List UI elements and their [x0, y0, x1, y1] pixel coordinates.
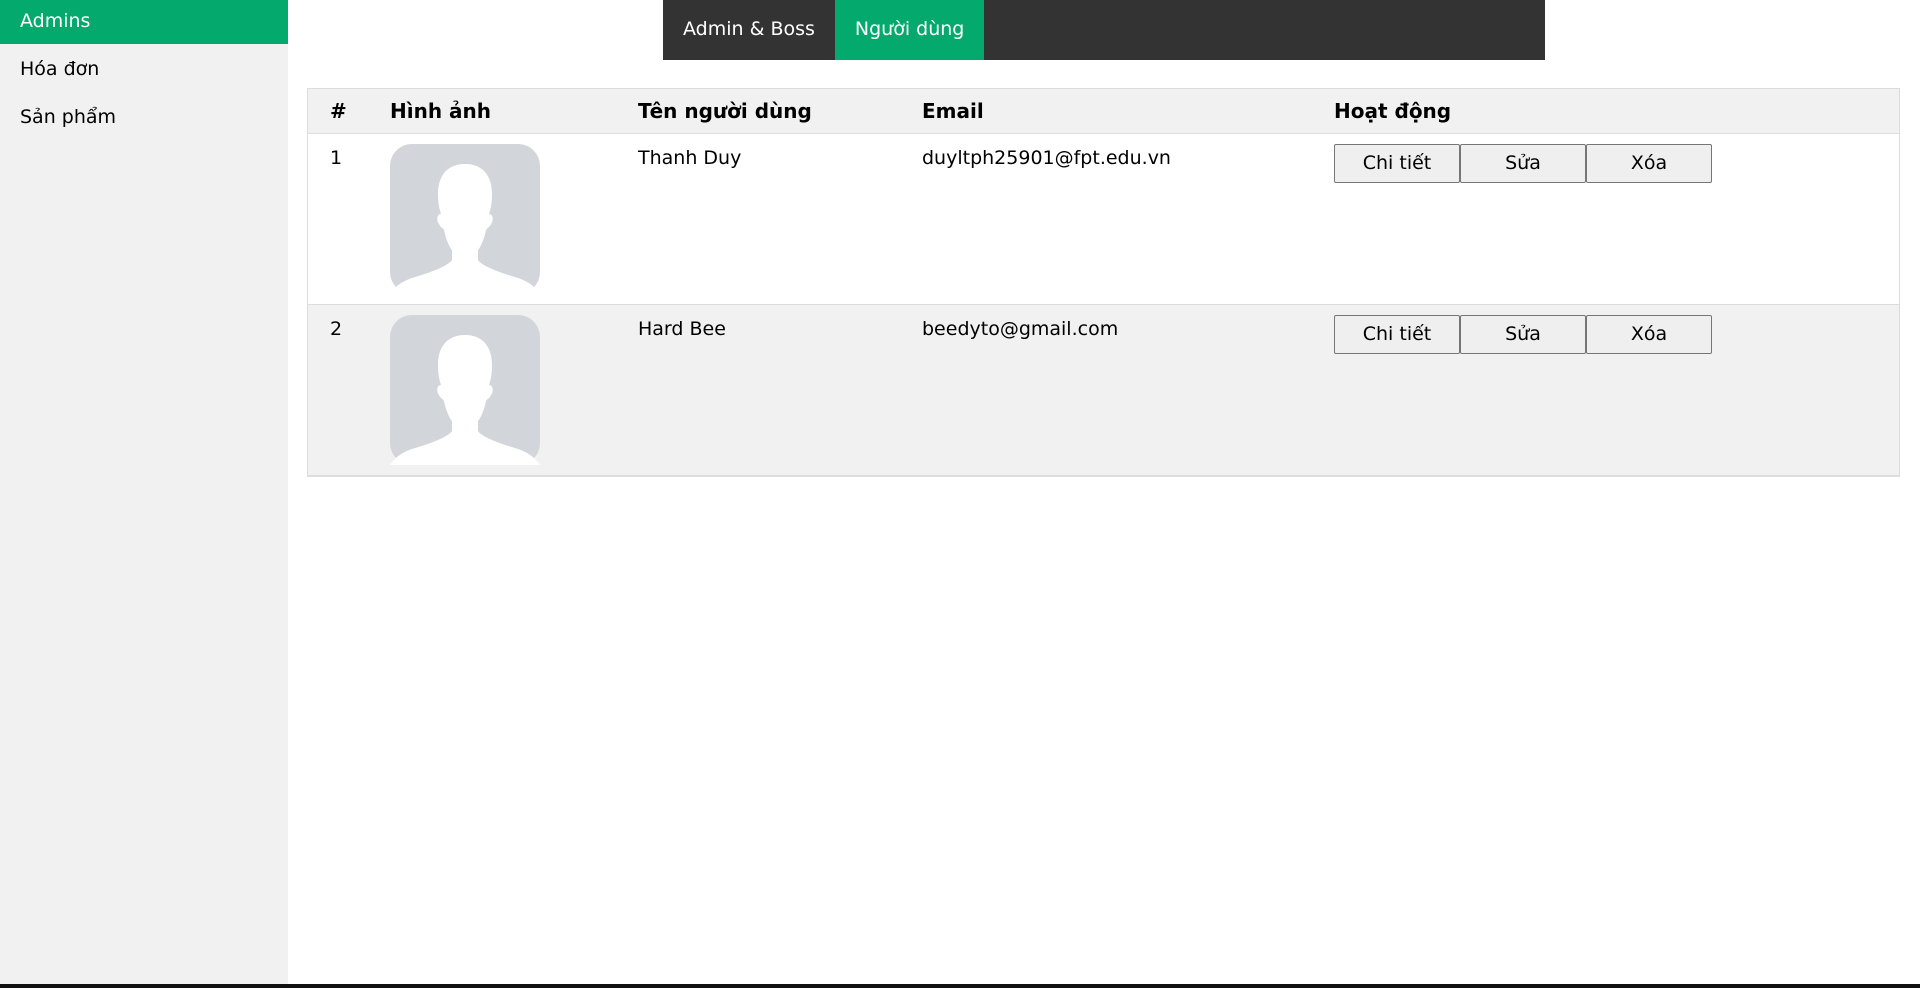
table-row: 1 Thanh Duy duyltph25901@fpt.edu.vn Chi …: [308, 133, 1899, 304]
header-actions: Hoạt động: [1312, 89, 1899, 134]
table-header-row: # Hình ảnh Tên người dùng Email Hoạt độn…: [308, 89, 1899, 134]
table-row: 2 Hard Bee beedyto@gmail.com Chi tiết Sửa…: [308, 304, 1899, 475]
sidebar: Admins Hóa đơn Sản phẩm: [0, 0, 288, 984]
row-number: 2: [330, 317, 343, 340]
row-actions: Chi tiết Sửa Xóa: [1312, 304, 1899, 475]
detail-button[interactable]: Chi tiết: [1334, 314, 1460, 354]
tab-users[interactable]: Người dùng: [834, 0, 985, 60]
delete-button[interactable]: Xóa: [1586, 314, 1712, 354]
avatar-cell: [368, 133, 616, 304]
sidebar-item-products[interactable]: Sản phẩm: [0, 96, 288, 140]
header-image: Hình ảnh: [368, 89, 616, 134]
tab-admin-boss[interactable]: Admin & Boss: [663, 0, 835, 60]
header-username: Tên người dùng: [616, 89, 900, 134]
sidebar-item-admins[interactable]: Admins: [0, 0, 288, 44]
delete-button[interactable]: Xóa: [1586, 143, 1712, 183]
users-table-container: # Hình ảnh Tên người dùng Email Hoạt độn…: [307, 88, 1900, 477]
user-silhouette-icon: [390, 314, 540, 465]
edit-button[interactable]: Sửa: [1460, 314, 1586, 354]
detail-button[interactable]: Chi tiết: [1334, 143, 1460, 183]
edit-button[interactable]: Sửa: [1460, 143, 1586, 183]
row-number: 1: [330, 146, 343, 169]
avatar-cell: [368, 304, 616, 475]
page-bottom-border: [0, 984, 1920, 988]
sidebar-item-invoices[interactable]: Hóa đơn: [0, 48, 288, 92]
header-number: #: [308, 89, 368, 134]
row-email: duyltph25901@fpt.edu.vn: [922, 146, 1171, 169]
row-actions: Chi tiết Sửa Xóa: [1312, 133, 1899, 304]
row-username: Thanh Duy: [638, 146, 742, 169]
user-silhouette-icon: [390, 143, 540, 294]
top-navigation: Admin & Boss Người dùng: [663, 0, 1545, 60]
header-email: Email: [900, 89, 1312, 134]
row-username: Hard Bee: [638, 317, 726, 340]
users-table: # Hình ảnh Tên người dùng Email Hoạt độn…: [308, 89, 1899, 476]
row-email: beedyto@gmail.com: [922, 317, 1119, 340]
